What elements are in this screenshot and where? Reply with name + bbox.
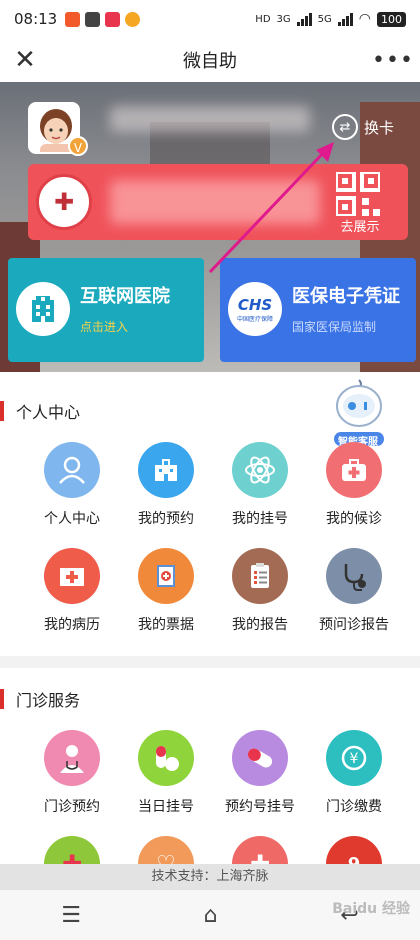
section-title: 个人中心 (0, 400, 80, 422)
internet-hospital-title: 互联网医院 (80, 286, 170, 307)
weibo-icon (125, 11, 141, 27)
hospital-building-icon (138, 442, 194, 498)
pills-icon (138, 730, 194, 786)
title-bar: ✕ 微自助 ••• (0, 38, 420, 82)
grid-item-label: 我的挂号 (232, 511, 288, 527)
atom-icon (232, 442, 288, 498)
signal-icon (337, 12, 353, 26)
capsule-icon (232, 730, 288, 786)
section-accent-bar (0, 689, 4, 709)
qr-code-icon[interactable] (336, 172, 380, 216)
show-qr-label[interactable]: 去展示 (330, 216, 390, 235)
grid-item-my-waiting[interactable]: 我的候诊 (307, 442, 401, 528)
swap-icon: ⇄ (332, 114, 358, 140)
grid-item-my-appointments[interactable]: 我的预约 (119, 442, 213, 528)
smart-service-robot[interactable]: 智能客服 (328, 376, 390, 448)
receipt-icon (138, 548, 194, 604)
app-screen: 08:13 HD 3G 5G ◠ 100 ✕ 微自助 ••• V ⇄ 换卡 ✚ … (0, 0, 420, 940)
grid-item-my-receipts[interactable]: 我的票据 (119, 548, 213, 634)
first-aid-kit-icon (326, 442, 382, 498)
personal-center-heading: 个人中心 (16, 403, 81, 422)
person-icon (44, 442, 100, 498)
hd-label: HD (255, 13, 271, 25)
report-clipboard-icon (232, 548, 288, 604)
grid-item-my-medical-records[interactable]: 我的病历 (25, 548, 119, 634)
wifi-icon: ◠ (358, 11, 371, 27)
blurred-name (110, 106, 310, 132)
hospital-logo-icon: ✚ (36, 174, 92, 230)
grid-item-label: 我的票据 (138, 617, 194, 633)
status-time: 08:13 (14, 10, 58, 28)
signal-icon (296, 12, 312, 26)
network-5g-label: 5G (317, 13, 332, 25)
svg-text:¥: ¥ (350, 751, 359, 767)
medical-record-icon (44, 548, 100, 604)
grid-item-my-registration[interactable]: 我的挂号 (213, 442, 307, 528)
outpatient-heading: 门诊服务 (16, 691, 81, 710)
internet-hospital-subtitle: 点击进入 (80, 320, 129, 334)
internet-hospital-card[interactable]: 互联网医院 点击进入 (8, 258, 204, 362)
app-notification-icon (105, 11, 121, 27)
blurred-card-number (110, 180, 320, 224)
grid-item-outpatient-appointment[interactable]: 门诊预约 (25, 730, 119, 816)
doctor-icon (44, 730, 100, 786)
grid-item-label: 个人中心 (44, 511, 100, 527)
grid-item-my-reports[interactable]: 我的报告 (213, 548, 307, 634)
grid-item-label: 门诊缴费 (326, 799, 382, 815)
verified-badge-icon: V (68, 136, 88, 156)
grid-item-booked-registration[interactable]: 预约号挂号 (213, 730, 307, 816)
battery-icon: 100 (377, 11, 406, 27)
grid-item-label: 门诊预约 (44, 799, 100, 815)
grid-item-label: 我的病历 (44, 617, 100, 633)
grid-item-label: 我的预约 (138, 511, 194, 527)
grid-item-label: 我的报告 (232, 617, 288, 633)
hospital-building-icon (16, 282, 70, 336)
grid-item-label: 我的候诊 (326, 511, 382, 527)
app-notification-icon (85, 11, 101, 27)
medical-insurance-card[interactable]: CHS 中国医疗保障 医保电子凭证 国家医保局监制 (220, 258, 416, 362)
section-accent-bar (0, 401, 4, 421)
menu-icon[interactable]: ☰ (61, 903, 81, 928)
stethoscope-icon (326, 548, 382, 604)
grid-item-personal-center[interactable]: 个人中心 (25, 442, 119, 528)
baidu-watermark: Baidu 经验 (332, 901, 410, 917)
grid-item-pre-consult-report[interactable]: 预问诊报告 (307, 548, 401, 634)
medical-insurance-subtitle: 国家医保局监制 (292, 320, 377, 334)
switch-card-label: 换卡 (364, 118, 395, 137)
section-title: 门诊服务 (0, 688, 80, 710)
home-icon[interactable]: ⌂ (204, 903, 218, 928)
app-notification-icon (65, 11, 81, 27)
grid-item-label: 预约号挂号 (225, 799, 295, 815)
medical-insurance-title: 医保电子凭证 (292, 286, 400, 307)
grid-item-outpatient-payment[interactable]: ¥ 门诊缴费 (307, 730, 401, 816)
grid-item-label: 当日挂号 (138, 799, 194, 815)
page-title: 微自助 (183, 51, 237, 72)
switch-card-button[interactable]: ⇄ 换卡 (332, 114, 394, 140)
yuan-payment-icon: ¥ (326, 730, 382, 786)
close-icon[interactable]: ✕ (10, 45, 40, 75)
more-icon[interactable]: ••• (372, 45, 413, 75)
grid-item-same-day-registration[interactable]: 当日挂号 (119, 730, 213, 816)
network-3g-label: 3G (276, 13, 291, 25)
footer-text: 技术支持：上海齐脉 (0, 864, 420, 890)
grid-item-label: 预问诊报告 (319, 617, 389, 633)
chs-logo-icon: CHS 中国医疗保障 (228, 282, 282, 336)
status-bar: 08:13 HD 3G 5G ◠ 100 (0, 0, 420, 38)
